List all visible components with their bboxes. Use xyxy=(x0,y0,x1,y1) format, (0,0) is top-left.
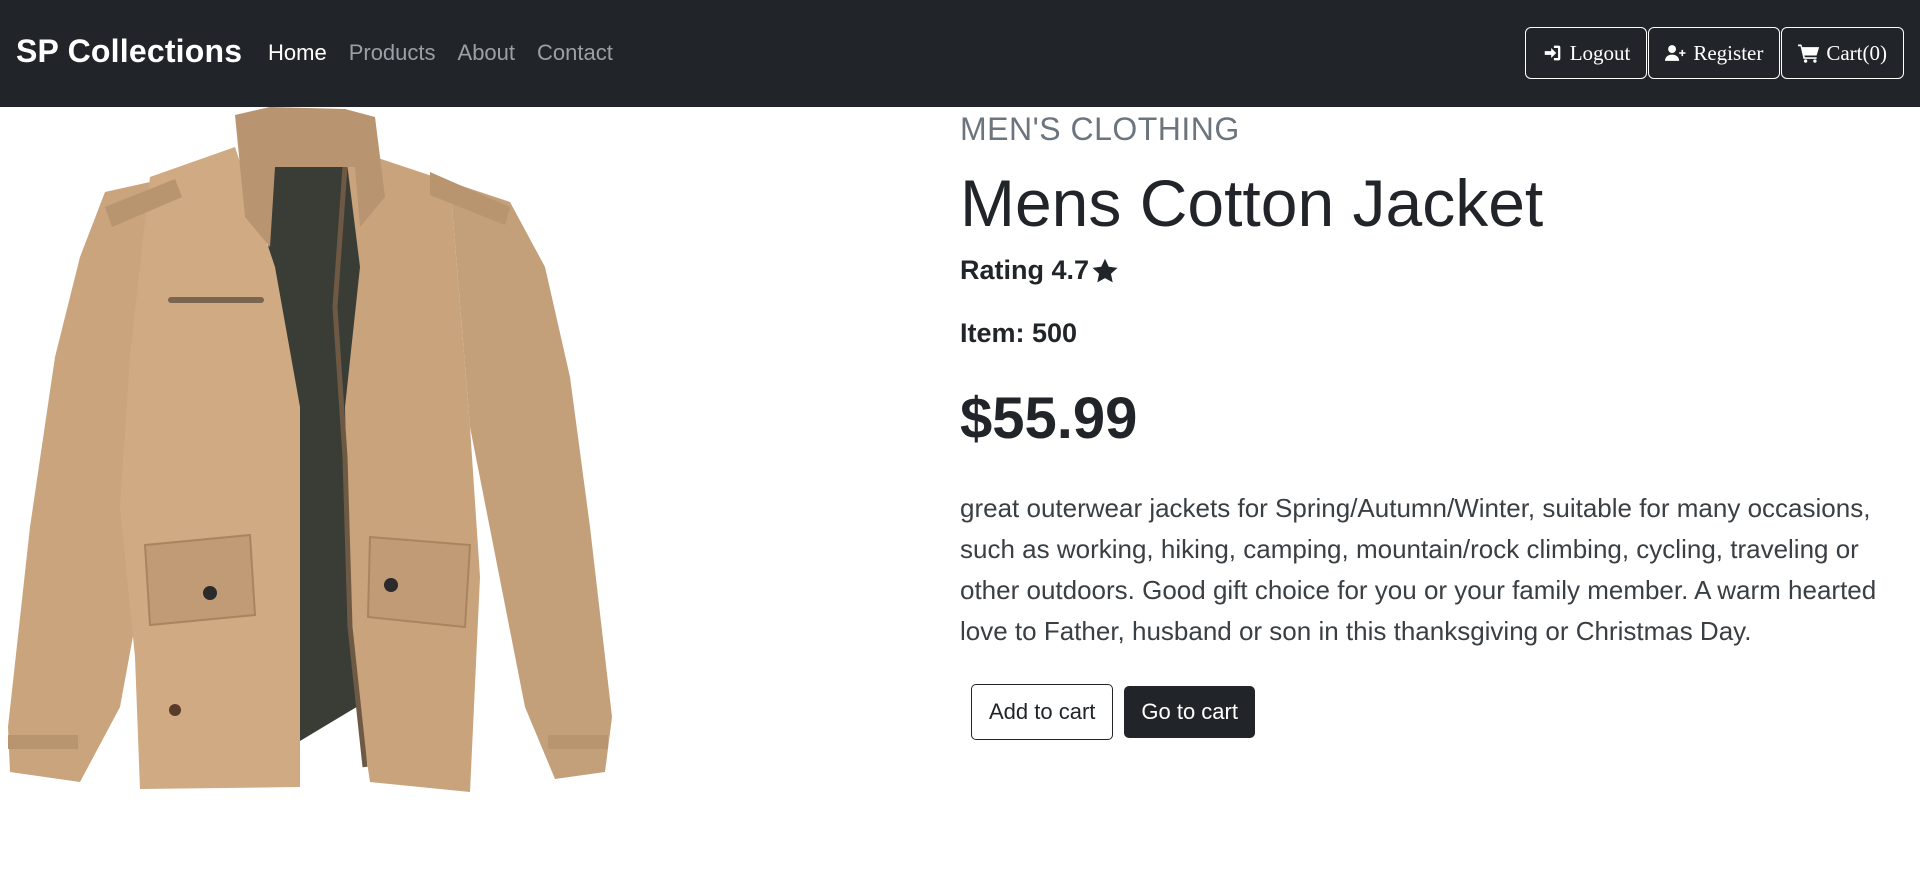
product-actions: Add to cart Go to cart xyxy=(971,684,1255,740)
cart-label: Cart(0) xyxy=(1826,40,1887,65)
product-item-count: Item: 500 xyxy=(960,318,1078,348)
sign-in-icon xyxy=(1544,45,1561,61)
navbar: SP Collections Home Products About Conta… xyxy=(0,0,1920,107)
register-label: Register xyxy=(1693,40,1764,65)
product-price: $55.99 xyxy=(960,386,1138,451)
user-plus-icon xyxy=(1665,45,1686,61)
product-rating: Rating 4.7 xyxy=(960,255,1119,286)
go-to-cart-button[interactable]: Go to cart xyxy=(1124,686,1255,738)
nav-links: Home Products About Contact xyxy=(268,40,613,66)
logout-label: Logout xyxy=(1569,40,1631,65)
logout-button[interactable]: Logout xyxy=(1524,27,1648,79)
cart-icon xyxy=(1798,44,1820,63)
product-image xyxy=(0,107,620,792)
star-icon xyxy=(1092,258,1118,282)
nav-link-home[interactable]: Home xyxy=(268,40,327,66)
rating-text: Rating 4.7 xyxy=(960,255,1090,285)
nav-actions: Logout Register Cart(0) xyxy=(1524,27,1904,79)
nav-link-products[interactable]: Products xyxy=(349,40,436,66)
product-category: MEN'S CLOTHING xyxy=(960,111,1240,147)
add-to-cart-button[interactable]: Add to cart xyxy=(971,684,1114,740)
cart-button[interactable]: Cart(0) xyxy=(1781,27,1904,79)
brand-logo[interactable]: SP Collections xyxy=(16,33,242,70)
product-title: Mens Cotton Jacket xyxy=(960,166,1544,240)
register-button[interactable]: Register xyxy=(1648,27,1781,79)
nav-link-about[interactable]: About xyxy=(458,40,516,66)
nav-link-contact[interactable]: Contact xyxy=(537,40,613,66)
jacket-illustration xyxy=(8,107,612,792)
product-description: great outerwear jackets for Spring/Autum… xyxy=(960,493,1877,646)
